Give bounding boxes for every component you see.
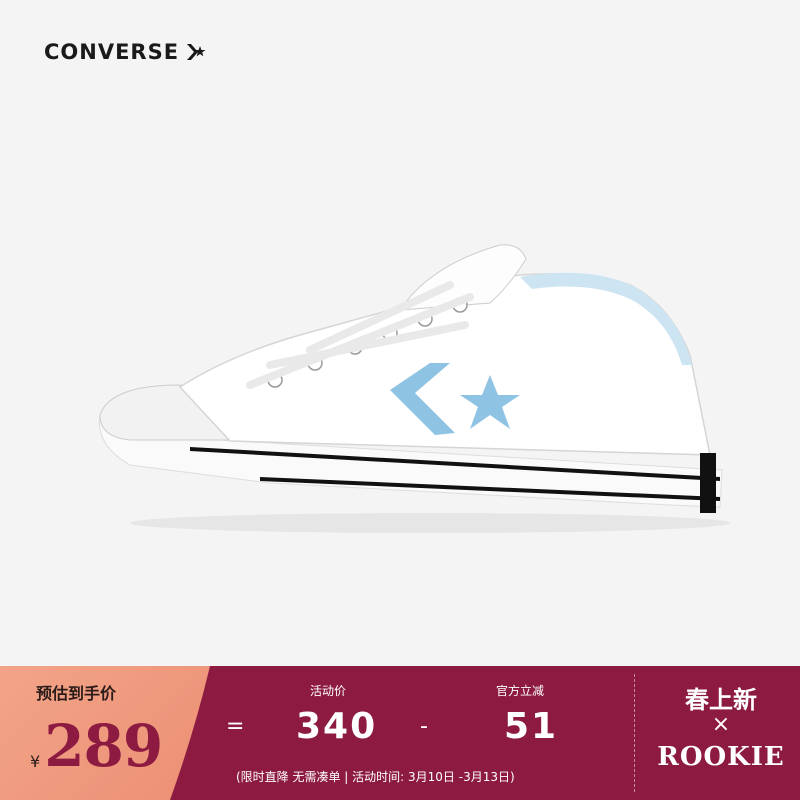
discount-amount: 51 — [504, 706, 559, 747]
final-price-group: ¥ 289 — [30, 704, 163, 780]
collab-title: 春上新 — [685, 686, 757, 714]
equals-sign: = — [226, 714, 245, 739]
brand-name: CONVERSE — [44, 40, 180, 64]
dashed-divider — [634, 674, 637, 792]
star-chevron-logo-icon — [185, 42, 207, 62]
activity-price: 340 — [296, 706, 378, 747]
product-image — [70, 215, 740, 545]
banner-divider-slant — [170, 666, 230, 800]
activity-price-label: 活动价 — [310, 684, 347, 698]
minus-sign: - — [420, 714, 428, 739]
brand-header: CONVERSE — [44, 40, 207, 64]
collab-x: × — [711, 712, 731, 737]
promo-note: (限时直降 无需凑单 | 活动时间: 3月10日 -3月13日) — [236, 770, 515, 784]
currency-symbol: ¥ — [30, 752, 41, 771]
final-price: 289 — [44, 712, 163, 780]
preorder-label: 预估到手价 — [36, 684, 117, 703]
collab-brand: ROOKIE — [657, 742, 785, 772]
discount-label: 官方立减 — [496, 684, 545, 698]
collab-panel: 春上新 × ROOKIE — [626, 666, 800, 800]
